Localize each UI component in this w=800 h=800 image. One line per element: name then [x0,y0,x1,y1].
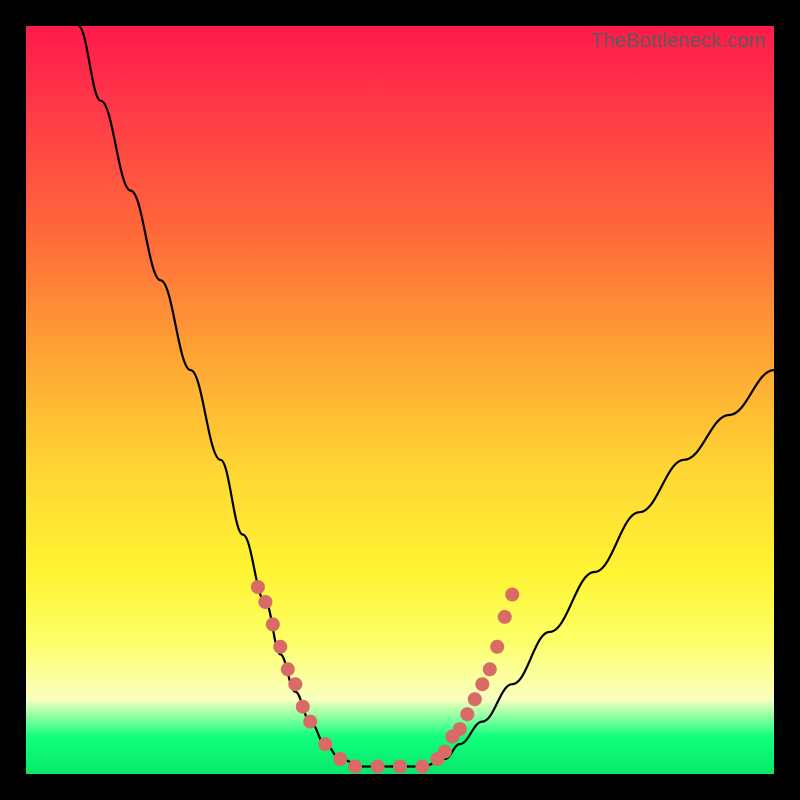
curve-marker [251,580,265,594]
curve-marker [296,700,310,714]
curve-marker [273,640,287,654]
curve-marker [258,595,272,609]
curve-marker [303,715,317,729]
curve-marker [438,745,452,759]
curve-marker [460,707,474,721]
curve-marker [468,692,482,706]
curve-marker [393,760,407,774]
plot-area: TheBottleneck.com [26,26,774,774]
curve-marker [453,722,467,736]
curve-marker [505,588,519,602]
curve-marker [415,760,429,774]
chart-canvas: TheBottleneck.com [0,0,800,800]
curve-marker [483,662,497,676]
bottleneck-curve [78,26,774,767]
curve-marker [288,677,302,691]
curve-marker [348,760,362,774]
curve-marker [281,662,295,676]
curve-marker [475,677,489,691]
curve-marker [490,640,504,654]
marker-group [251,580,519,774]
curve-marker [318,737,332,751]
curve-marker [333,752,347,766]
curve-marker [498,610,512,624]
chart-overlay [26,26,774,774]
curve-marker [371,760,385,774]
curve-marker [266,617,280,631]
